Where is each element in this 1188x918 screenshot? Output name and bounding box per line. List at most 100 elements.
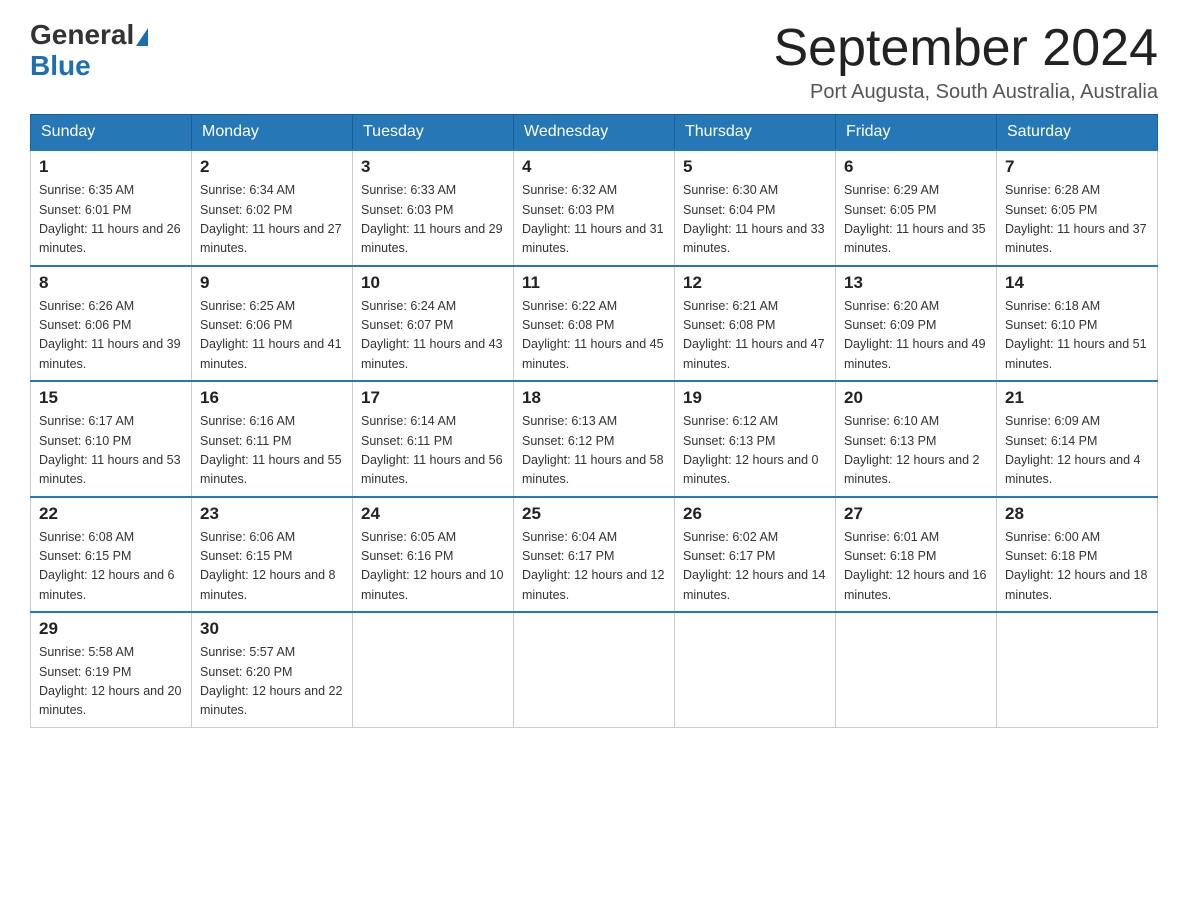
weekday-header-row: SundayMondayTuesdayWednesdayThursdayFrid…	[31, 115, 1158, 151]
day-number: 3	[361, 157, 505, 177]
calendar-week-row: 29 Sunrise: 5:58 AMSunset: 6:19 PMDaylig…	[31, 612, 1158, 727]
day-number: 14	[1005, 273, 1149, 293]
calendar-cell: 12 Sunrise: 6:21 AMSunset: 6:08 PMDaylig…	[675, 266, 836, 382]
calendar-cell: 8 Sunrise: 6:26 AMSunset: 6:06 PMDayligh…	[31, 266, 192, 382]
weekday-header-wednesday: Wednesday	[514, 115, 675, 151]
month-title: September 2024	[774, 20, 1159, 77]
calendar-cell: 17 Sunrise: 6:14 AMSunset: 6:11 PMDaylig…	[353, 381, 514, 497]
day-number: 11	[522, 273, 666, 293]
day-number: 21	[1005, 388, 1149, 408]
calendar-cell	[836, 612, 997, 727]
day-number: 24	[361, 504, 505, 524]
day-number: 23	[200, 504, 344, 524]
day-info: Sunrise: 6:01 AMSunset: 6:18 PMDaylight:…	[844, 528, 988, 606]
day-number: 4	[522, 157, 666, 177]
calendar-cell: 14 Sunrise: 6:18 AMSunset: 6:10 PMDaylig…	[997, 266, 1158, 382]
calendar-cell: 23 Sunrise: 6:06 AMSunset: 6:15 PMDaylig…	[192, 497, 353, 613]
calendar-cell: 15 Sunrise: 6:17 AMSunset: 6:10 PMDaylig…	[31, 381, 192, 497]
calendar-cell: 18 Sunrise: 6:13 AMSunset: 6:12 PMDaylig…	[514, 381, 675, 497]
day-number: 5	[683, 157, 827, 177]
day-info: Sunrise: 6:17 AMSunset: 6:10 PMDaylight:…	[39, 412, 183, 490]
calendar-cell: 27 Sunrise: 6:01 AMSunset: 6:18 PMDaylig…	[836, 497, 997, 613]
calendar-cell	[514, 612, 675, 727]
calendar-cell	[675, 612, 836, 727]
weekday-header-thursday: Thursday	[675, 115, 836, 151]
calendar-table: SundayMondayTuesdayWednesdayThursdayFrid…	[30, 114, 1158, 728]
day-info: Sunrise: 6:09 AMSunset: 6:14 PMDaylight:…	[1005, 412, 1149, 490]
day-info: Sunrise: 6:18 AMSunset: 6:10 PMDaylight:…	[1005, 297, 1149, 375]
day-info: Sunrise: 6:29 AMSunset: 6:05 PMDaylight:…	[844, 181, 988, 259]
calendar-cell: 25 Sunrise: 6:04 AMSunset: 6:17 PMDaylig…	[514, 497, 675, 613]
day-info: Sunrise: 6:35 AMSunset: 6:01 PMDaylight:…	[39, 181, 183, 259]
day-number: 29	[39, 619, 183, 639]
location-subtitle: Port Augusta, South Australia, Australia	[774, 81, 1159, 104]
day-number: 2	[200, 157, 344, 177]
logo-blue-text: Blue	[30, 51, 148, 82]
calendar-cell	[353, 612, 514, 727]
day-number: 9	[200, 273, 344, 293]
day-number: 28	[1005, 504, 1149, 524]
calendar-cell: 28 Sunrise: 6:00 AMSunset: 6:18 PMDaylig…	[997, 497, 1158, 613]
day-info: Sunrise: 6:21 AMSunset: 6:08 PMDaylight:…	[683, 297, 827, 375]
day-info: Sunrise: 6:14 AMSunset: 6:11 PMDaylight:…	[361, 412, 505, 490]
day-info: Sunrise: 6:05 AMSunset: 6:16 PMDaylight:…	[361, 528, 505, 606]
calendar-cell: 20 Sunrise: 6:10 AMSunset: 6:13 PMDaylig…	[836, 381, 997, 497]
day-number: 27	[844, 504, 988, 524]
calendar-cell	[997, 612, 1158, 727]
day-number: 8	[39, 273, 183, 293]
calendar-cell: 2 Sunrise: 6:34 AMSunset: 6:02 PMDayligh…	[192, 150, 353, 266]
calendar-cell: 5 Sunrise: 6:30 AMSunset: 6:04 PMDayligh…	[675, 150, 836, 266]
day-info: Sunrise: 6:02 AMSunset: 6:17 PMDaylight:…	[683, 528, 827, 606]
day-info: Sunrise: 6:32 AMSunset: 6:03 PMDaylight:…	[522, 181, 666, 259]
calendar-cell: 10 Sunrise: 6:24 AMSunset: 6:07 PMDaylig…	[353, 266, 514, 382]
day-number: 12	[683, 273, 827, 293]
calendar-cell: 3 Sunrise: 6:33 AMSunset: 6:03 PMDayligh…	[353, 150, 514, 266]
day-info: Sunrise: 6:10 AMSunset: 6:13 PMDaylight:…	[844, 412, 988, 490]
day-info: Sunrise: 6:25 AMSunset: 6:06 PMDaylight:…	[200, 297, 344, 375]
day-info: Sunrise: 6:08 AMSunset: 6:15 PMDaylight:…	[39, 528, 183, 606]
day-info: Sunrise: 6:26 AMSunset: 6:06 PMDaylight:…	[39, 297, 183, 375]
calendar-cell: 24 Sunrise: 6:05 AMSunset: 6:16 PMDaylig…	[353, 497, 514, 613]
day-number: 25	[522, 504, 666, 524]
calendar-cell: 16 Sunrise: 6:16 AMSunset: 6:11 PMDaylig…	[192, 381, 353, 497]
calendar-cell: 29 Sunrise: 5:58 AMSunset: 6:19 PMDaylig…	[31, 612, 192, 727]
day-info: Sunrise: 6:33 AMSunset: 6:03 PMDaylight:…	[361, 181, 505, 259]
day-number: 10	[361, 273, 505, 293]
day-info: Sunrise: 6:34 AMSunset: 6:02 PMDaylight:…	[200, 181, 344, 259]
logo-triangle-icon	[136, 28, 148, 46]
title-block: September 2024 Port Augusta, South Austr…	[774, 20, 1159, 104]
day-number: 13	[844, 273, 988, 293]
calendar-cell: 7 Sunrise: 6:28 AMSunset: 6:05 PMDayligh…	[997, 150, 1158, 266]
day-info: Sunrise: 6:28 AMSunset: 6:05 PMDaylight:…	[1005, 181, 1149, 259]
calendar-cell: 9 Sunrise: 6:25 AMSunset: 6:06 PMDayligh…	[192, 266, 353, 382]
day-number: 7	[1005, 157, 1149, 177]
day-info: Sunrise: 6:00 AMSunset: 6:18 PMDaylight:…	[1005, 528, 1149, 606]
day-number: 22	[39, 504, 183, 524]
day-number: 19	[683, 388, 827, 408]
day-info: Sunrise: 6:22 AMSunset: 6:08 PMDaylight:…	[522, 297, 666, 375]
day-info: Sunrise: 6:16 AMSunset: 6:11 PMDaylight:…	[200, 412, 344, 490]
logo-general-text: General	[30, 19, 134, 50]
day-info: Sunrise: 6:24 AMSunset: 6:07 PMDaylight:…	[361, 297, 505, 375]
day-info: Sunrise: 6:20 AMSunset: 6:09 PMDaylight:…	[844, 297, 988, 375]
calendar-cell: 22 Sunrise: 6:08 AMSunset: 6:15 PMDaylig…	[31, 497, 192, 613]
calendar-cell: 1 Sunrise: 6:35 AMSunset: 6:01 PMDayligh…	[31, 150, 192, 266]
calendar-cell: 6 Sunrise: 6:29 AMSunset: 6:05 PMDayligh…	[836, 150, 997, 266]
calendar-cell: 26 Sunrise: 6:02 AMSunset: 6:17 PMDaylig…	[675, 497, 836, 613]
calendar-week-row: 1 Sunrise: 6:35 AMSunset: 6:01 PMDayligh…	[31, 150, 1158, 266]
day-info: Sunrise: 6:12 AMSunset: 6:13 PMDaylight:…	[683, 412, 827, 490]
weekday-header-saturday: Saturday	[997, 115, 1158, 151]
day-number: 30	[200, 619, 344, 639]
day-info: Sunrise: 6:13 AMSunset: 6:12 PMDaylight:…	[522, 412, 666, 490]
day-info: Sunrise: 5:57 AMSunset: 6:20 PMDaylight:…	[200, 643, 344, 721]
day-number: 6	[844, 157, 988, 177]
calendar-cell: 21 Sunrise: 6:09 AMSunset: 6:14 PMDaylig…	[997, 381, 1158, 497]
day-number: 15	[39, 388, 183, 408]
weekday-header-tuesday: Tuesday	[353, 115, 514, 151]
day-info: Sunrise: 6:04 AMSunset: 6:17 PMDaylight:…	[522, 528, 666, 606]
day-number: 16	[200, 388, 344, 408]
day-info: Sunrise: 6:30 AMSunset: 6:04 PMDaylight:…	[683, 181, 827, 259]
day-number: 1	[39, 157, 183, 177]
weekday-header-monday: Monday	[192, 115, 353, 151]
day-number: 26	[683, 504, 827, 524]
